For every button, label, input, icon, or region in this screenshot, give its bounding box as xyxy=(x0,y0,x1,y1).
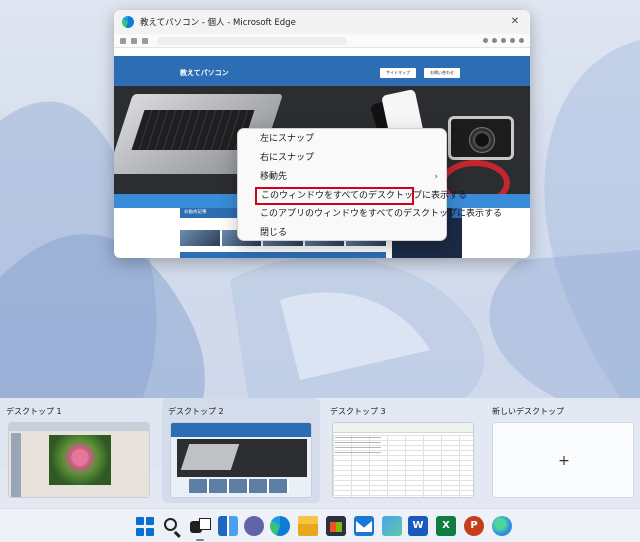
back-icon xyxy=(120,37,126,44)
window-title: 教えてパソコン - 個人 - Microsoft Edge xyxy=(140,18,296,28)
excel-icon[interactable]: X xyxy=(436,516,456,536)
desktop-3[interactable]: デスクトップ 3 xyxy=(324,398,482,503)
active-indicator xyxy=(196,539,204,541)
menu-item-label: 左にスナップ xyxy=(260,134,315,144)
taskbar: W X P xyxy=(0,508,640,542)
search-icon[interactable] xyxy=(164,518,177,531)
search-icon-handle xyxy=(174,530,181,538)
desktop-label: デスクトップ 2 xyxy=(168,407,224,416)
new-desktop-label: 新しいデスクトップ xyxy=(492,407,564,416)
edge-icon xyxy=(122,16,134,28)
powerpoint-icon[interactable]: P xyxy=(464,516,484,536)
desktops-strip: デスクトップ 1 デスクトップ 2 デスクトップ 3 新しいデスクトップ + xyxy=(0,398,640,508)
desktop-2[interactable]: デスクトップ 2 xyxy=(162,398,320,503)
teams-chat-icon[interactable] xyxy=(244,516,264,536)
menu-item-show-window-all-desktops[interactable]: このウィンドウをすべてのデスクトップに表示する xyxy=(255,187,467,205)
desktop-preview xyxy=(332,422,474,498)
store-icon[interactable] xyxy=(326,516,346,536)
menu-item-move-to[interactable]: 移動先 › xyxy=(238,168,446,187)
site-header: 教えてパソコン サイトマップ お問い合わせ xyxy=(114,56,530,86)
menu-item-snap-left[interactable]: 左にスナップ xyxy=(238,130,446,149)
desktop-label: デスクトップ 3 xyxy=(330,407,386,416)
forward-icon xyxy=(131,37,137,44)
menu-item-label: 右にスナップ xyxy=(260,153,315,163)
menu-item-close[interactable]: 閉じる xyxy=(238,224,446,243)
notice-bar xyxy=(114,48,530,56)
word-icon[interactable]: W xyxy=(408,516,428,536)
new-desktop-button[interactable]: + xyxy=(492,422,634,498)
start-icon[interactable] xyxy=(136,517,156,537)
menu-item-snap-right[interactable]: 右にスナップ xyxy=(238,149,446,168)
section-heading-2 xyxy=(180,252,386,258)
menu-item-label: 閉じる xyxy=(260,228,288,238)
menu-item-show-app-all-desktops[interactable]: このアプリのウィンドウをすべてのデスクトップに表示する xyxy=(238,205,502,224)
file-explorer-icon[interactable] xyxy=(298,516,318,536)
task-view-icon[interactable] xyxy=(190,518,211,533)
url-field xyxy=(157,36,347,45)
window-titlebar: 教えてパソコン - 個人 - Microsoft Edge ✕ xyxy=(114,10,530,34)
site-logo: 教えてパソコン xyxy=(180,69,229,77)
extensions-area xyxy=(483,38,524,43)
chevron-right-icon: › xyxy=(434,172,438,182)
globe-icon[interactable] xyxy=(492,516,512,536)
menu-item-label: 移動先 xyxy=(260,172,288,182)
hydrangea-photo xyxy=(49,435,111,485)
edge-icon[interactable] xyxy=(270,516,290,536)
menu-item-label: このウィンドウをすべてのデスクトップに表示する xyxy=(261,191,468,201)
desktop-preview xyxy=(8,422,150,498)
contact-button: お問い合わせ xyxy=(424,68,460,78)
window-context-menu: 左にスナップ 右にスナップ 移動先 › このウィンドウをすべてのデスクトップに表… xyxy=(237,128,502,243)
close-icon[interactable]: ✕ xyxy=(506,15,524,29)
address-bar xyxy=(114,34,530,48)
menu-item-label: このアプリのウィンドウをすべてのデスクトップに表示する xyxy=(260,209,503,219)
mail-icon[interactable] xyxy=(354,516,374,536)
widgets-icon[interactable] xyxy=(218,516,238,536)
plus-icon: + xyxy=(558,453,570,469)
desktop-label: デスクトップ 1 xyxy=(6,407,62,416)
desktop-1[interactable]: デスクトップ 1 xyxy=(0,398,158,503)
refresh-icon xyxy=(142,37,148,44)
camera-image xyxy=(448,116,514,160)
desktop-preview xyxy=(170,422,312,498)
sitemap-button: サイトマップ xyxy=(380,68,416,78)
photos-icon[interactable] xyxy=(382,516,402,536)
